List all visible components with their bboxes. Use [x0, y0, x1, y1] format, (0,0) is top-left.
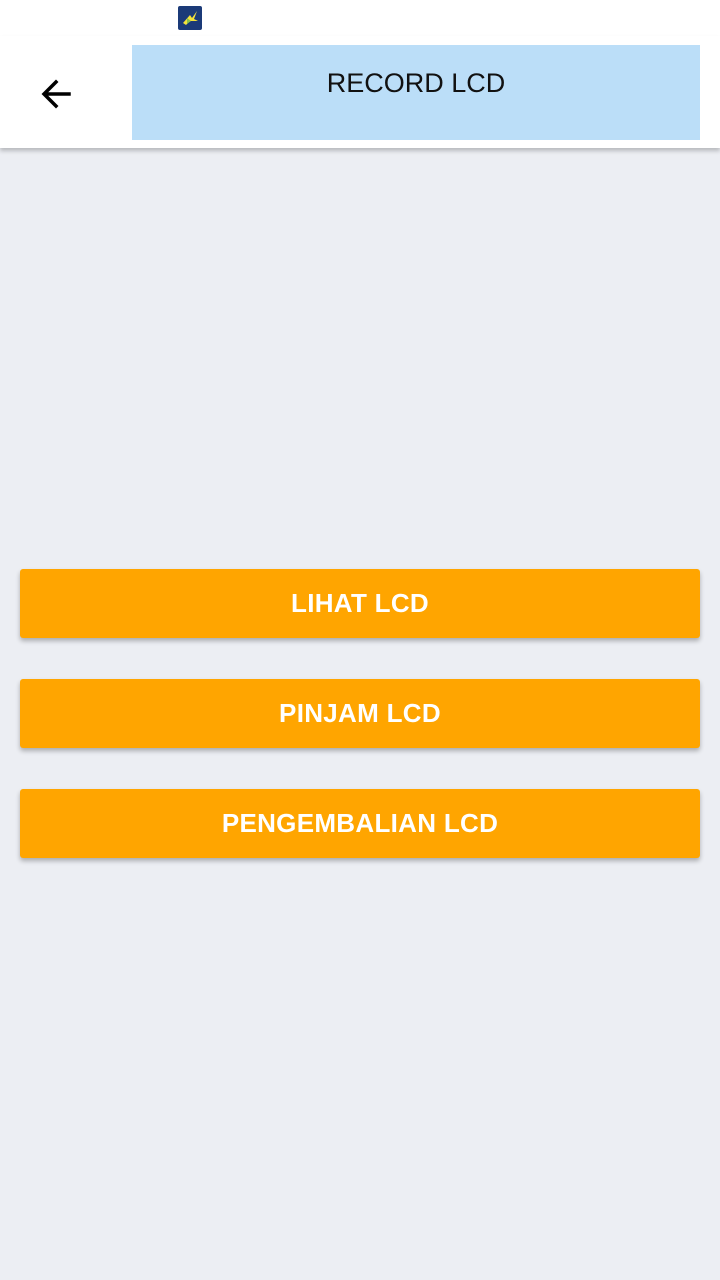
- arrow-left-icon: [41, 79, 71, 109]
- pinjam-lcd-button-label: PINJAM LCD: [279, 698, 441, 728]
- lihat-lcd-button[interactable]: LIHAT LCD: [20, 569, 700, 638]
- app-bar: RECORD LCD: [0, 36, 720, 148]
- status-bar: [0, 0, 720, 36]
- carrier-logo-icon: [178, 6, 202, 30]
- page-title: RECORD LCD: [326, 68, 506, 98]
- pengembalian-lcd-button-label: PENGEMBALIAN LCD: [221, 808, 499, 838]
- pengembalian-lcd-button[interactable]: PENGEMBALIAN LCD: [20, 789, 700, 858]
- title-box: RECORD LCD: [132, 45, 700, 140]
- pinjam-lcd-button[interactable]: PINJAM LCD: [20, 679, 700, 748]
- lihat-lcd-button-label: LIHAT LCD: [291, 588, 429, 618]
- back-button[interactable]: [26, 64, 86, 124]
